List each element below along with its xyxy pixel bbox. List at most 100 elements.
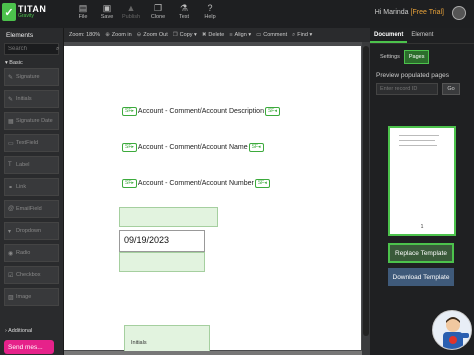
top-toolbar: ✓ TITAN Gravity ▤ File ▣ Save ▲ Publish … — [0, 0, 474, 28]
panel-tabs: Document Element — [370, 28, 474, 44]
comment-icon: ▭ — [256, 32, 262, 38]
comment-button[interactable]: ▭ Comment — [256, 32, 287, 38]
publish-button[interactable]: ▲ Publish — [116, 3, 146, 20]
thumbnail-page-number: 1 — [420, 224, 424, 230]
salesforce-tag-end: SF ◂ — [254, 178, 270, 188]
element-checkbox[interactable]: ☑ Checkbox — [4, 266, 59, 284]
free-trial-badge[interactable]: [Free Trial] — [411, 9, 444, 16]
zoom-out-button[interactable]: ⊖ Zoom Out — [137, 32, 168, 38]
copy-button[interactable]: ❐ Copy ▾ — [173, 32, 197, 38]
send-message-button[interactable]: Send mes... — [4, 340, 54, 354]
publish-label: Publish — [121, 14, 141, 20]
element-label[interactable]: T Label — [4, 156, 59, 174]
download-template-button[interactable]: Download Template — [388, 268, 454, 286]
text-field[interactable] — [119, 252, 205, 272]
element-initials[interactable]: ✎ Initials — [4, 90, 59, 108]
chevron-down-icon: ▾ — [194, 32, 197, 38]
comment-label: Comment — [263, 32, 288, 38]
thumbnail-line — [399, 140, 435, 141]
search-icon[interactable]: ⌕ — [56, 46, 59, 53]
document-subtabs: Settings Pages — [370, 44, 474, 70]
titan-logo[interactable]: ✓ TITAN Gravity — [2, 3, 46, 21]
tab-document[interactable]: Document — [370, 28, 408, 43]
zoom-level: Zoom: 180% — [69, 32, 100, 38]
basic-section-toggle[interactable]: ▾ Basic — [0, 57, 63, 68]
subtab-settings[interactable]: Settings — [376, 51, 404, 63]
copy-label: Copy — [179, 32, 193, 38]
element-radio[interactable]: ◉ Radio — [4, 244, 59, 262]
email-icon: @ — [8, 206, 15, 212]
merge-field-label: Account - Comment/Account Description — [137, 107, 264, 115]
scrollbar-thumb[interactable] — [363, 46, 369, 336]
record-id-input[interactable] — [376, 83, 438, 95]
elements-sidebar: Elements ⌕ ▾ Basic ✎Signature ✎Initials … — [0, 28, 64, 355]
zoom-in-label: Zoom in — [111, 32, 132, 38]
zoom-in-button[interactable]: ⊕ Zoom in — [105, 32, 131, 38]
element-link[interactable]: ⚭ Link — [4, 178, 59, 196]
properties-panel: Document Element Settings Pages Preview … — [370, 28, 474, 355]
zoom-in-icon: ⊕ — [105, 32, 110, 38]
image-icon: ▨ — [8, 294, 14, 301]
signature-field[interactable] — [119, 207, 218, 227]
element-label: Checkbox — [16, 272, 41, 278]
delete-button[interactable]: ✖ Delete — [202, 32, 225, 38]
horizontal-scrollbar[interactable] — [64, 351, 362, 355]
element-label: Link — [16, 184, 27, 190]
tab-element[interactable]: Element — [407, 28, 437, 43]
additional-section-label: Additional — [8, 328, 33, 334]
element-search: ⌕ — [4, 43, 59, 55]
thumbnail-line — [399, 135, 439, 136]
sf-tag-label: SF — [125, 108, 132, 114]
delete-icon: ✖ — [201, 32, 207, 38]
salesforce-tag-start: SF ▸ — [122, 178, 137, 188]
salesforce-tag-end: SF ◂ — [264, 106, 280, 116]
canvas-toolbar: Zoom: 180% ⊕ Zoom in ⊖ Zoom Out ❐ Copy ▾ ✖ D… — [64, 28, 370, 42]
merge-field-label: Account - Comment/Account Number — [137, 179, 254, 187]
sf-tag-label: SF — [125, 180, 132, 186]
element-signature-date[interactable]: ▦ Signature Date — [4, 112, 59, 130]
record-id-row: Go — [370, 81, 474, 97]
merge-field-account-number[interactable]: SF ▸ Account - Comment/Account Number SF ◂ — [122, 178, 270, 188]
vertical-scrollbar[interactable] — [362, 42, 370, 355]
document-canvas: SF ▸ Account - Comment/Account Descriptio… — [64, 42, 370, 355]
element-dropdown[interactable]: ▾ Dropdown — [4, 222, 59, 240]
mascot-drawing — [443, 317, 469, 349]
textfield-icon: ▭ — [8, 140, 14, 147]
zoom-level-label: Zoom: 180% — [69, 32, 101, 38]
element-emailfield[interactable]: @ EmailField — [4, 200, 59, 218]
merge-field-account-name[interactable]: SF ▸ Account - Comment/Account Name SF ◂ — [122, 142, 264, 152]
additional-section-toggle[interactable]: › Additional — [0, 326, 64, 336]
help-label: Help — [204, 14, 216, 20]
element-label: Signature Date — [16, 118, 53, 124]
assistant-mascot-icon[interactable] — [432, 310, 472, 350]
chevron-down-icon: ▾ — [309, 31, 313, 38]
align-button[interactable]: ≡ Align ▾ — [229, 32, 251, 38]
go-button[interactable]: Go — [442, 83, 460, 95]
signature-icon: ✎ — [8, 74, 14, 81]
document-page[interactable]: SF ▸ Account - Comment/Account Descriptio… — [64, 46, 361, 355]
element-label: EmailField — [16, 206, 42, 212]
element-label: Dropdown — [16, 228, 42, 234]
copy-icon: ❐ — [172, 32, 178, 38]
replace-template-button[interactable]: Replace Template — [388, 243, 454, 263]
sf-tag-label: SF — [251, 144, 259, 150]
element-signature[interactable]: ✎ Signature — [4, 68, 59, 86]
zoom-out-label: Zoom Out — [143, 32, 168, 38]
search-input[interactable] — [8, 46, 56, 52]
find-button[interactable]: ⌕ Find ▾ — [292, 32, 312, 39]
help-icon: ? — [207, 3, 213, 13]
sf-tag-label: SF — [267, 108, 275, 114]
page-thumbnail[interactable]: 1 — [388, 126, 456, 236]
element-textfield[interactable]: ▭ TextField — [4, 134, 59, 152]
logo-subtitle: Gravity — [18, 13, 34, 19]
text-icon: T — [8, 162, 12, 168]
user-avatar-icon[interactable] — [452, 6, 466, 20]
thumbnail-line — [399, 145, 437, 146]
element-image[interactable]: ▨ Image — [4, 288, 59, 306]
initials-icon: ✎ — [8, 96, 14, 103]
signature-date-field[interactable]: 09/19/2023 — [119, 230, 205, 252]
help-button[interactable]: ? Help — [195, 3, 225, 20]
subtab-pages[interactable]: Pages — [403, 50, 430, 64]
merge-field-account-description[interactable]: SF ▸ Account - Comment/Account Descriptio… — [122, 106, 280, 116]
salesforce-tag-end: SF ◂ — [248, 142, 264, 152]
